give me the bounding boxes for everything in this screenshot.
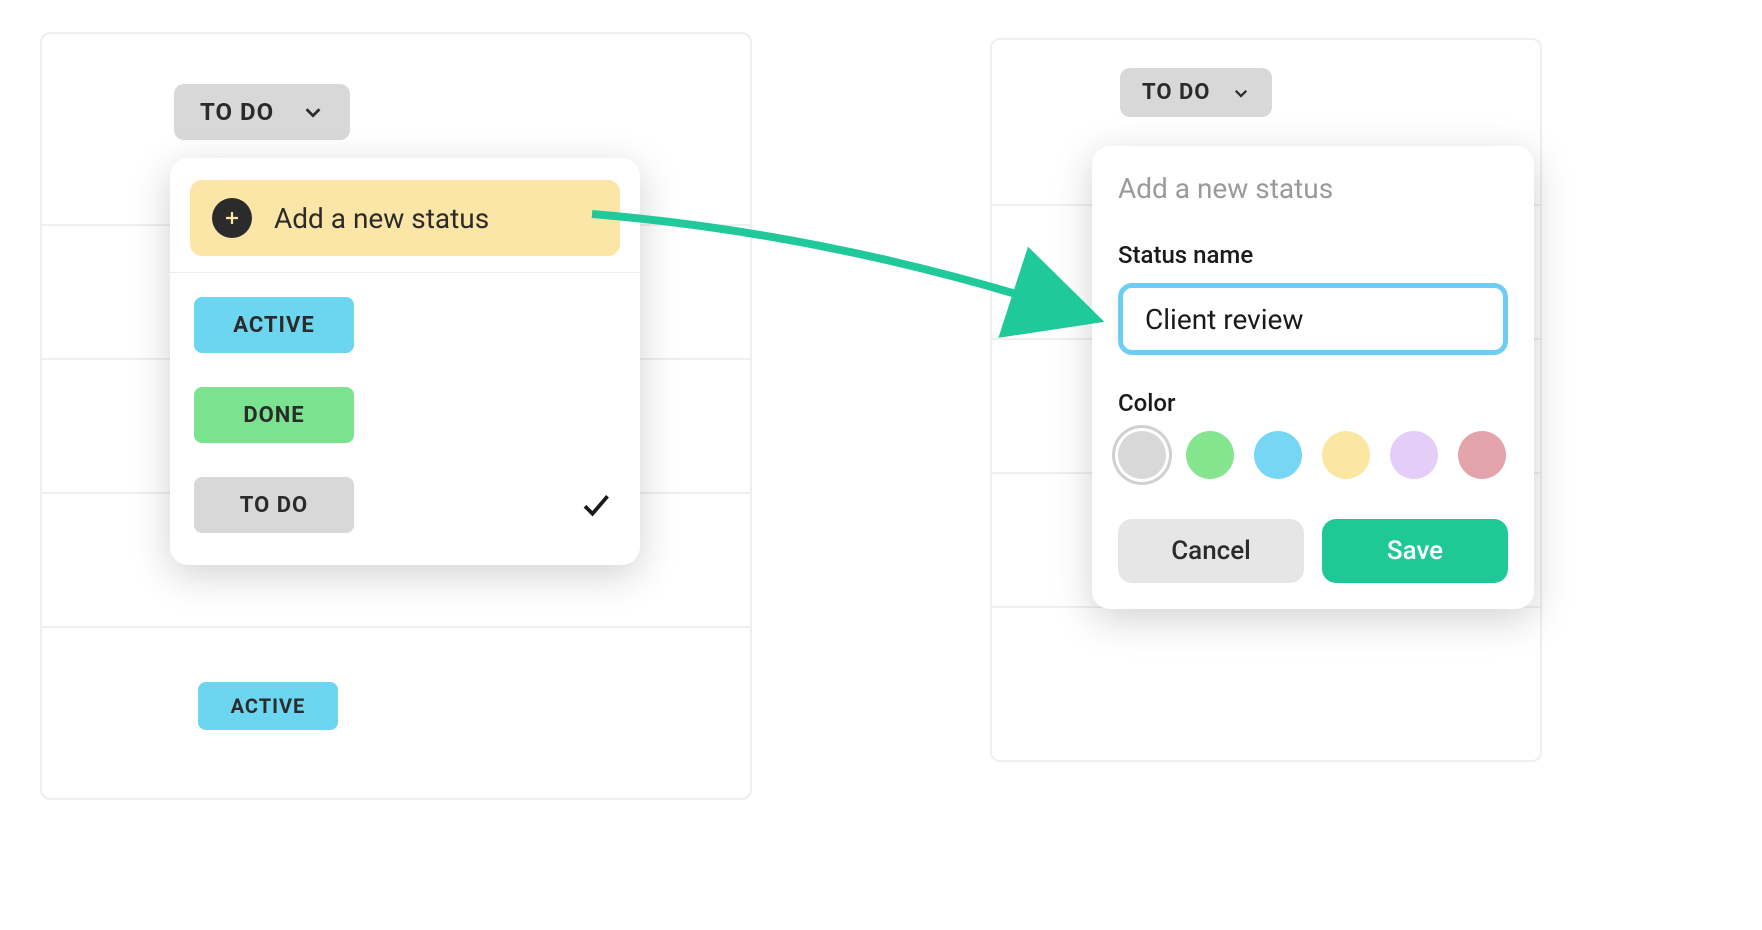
color-swatch[interactable] xyxy=(1458,431,1506,479)
status-name-input[interactable] xyxy=(1118,283,1508,355)
color-swatch[interactable] xyxy=(1254,431,1302,479)
form-actions: Cancel Save xyxy=(1118,519,1508,583)
divider xyxy=(170,272,640,273)
status-option[interactable]: ACTIVE xyxy=(170,297,640,353)
status-name-label: Status name xyxy=(1118,241,1508,269)
chevron-down-icon xyxy=(1232,84,1250,102)
save-button[interactable]: Save xyxy=(1322,519,1508,583)
check-icon xyxy=(580,490,610,520)
add-status-label: Add a new status xyxy=(274,202,489,235)
color-swatch[interactable] xyxy=(1390,431,1438,479)
status-dropdown[interactable]: TO DO xyxy=(174,84,350,140)
color-label: Color xyxy=(1118,389,1508,417)
status-dropdown-menu: Add a new status ACTIVE DONE TO DO xyxy=(170,158,640,565)
status-dropdown-label: TO DO xyxy=(1142,80,1210,105)
status-dropdown-label: TO DO xyxy=(200,98,274,126)
left-panel: TO DO Add a new status ACTIVE DONE TO DO A… xyxy=(40,32,752,800)
table-row xyxy=(42,626,750,760)
right-panel: TO DO Add a new status Status name Color… xyxy=(990,38,1542,762)
status-option[interactable]: TO DO xyxy=(170,477,640,533)
color-picker xyxy=(1118,431,1508,479)
status-badge: ACTIVE xyxy=(194,297,354,353)
status-dropdown[interactable]: TO DO xyxy=(1120,68,1272,117)
table-row xyxy=(992,606,1540,740)
status-badge-sibling[interactable]: ACTIVE xyxy=(198,682,338,730)
status-badge: DONE xyxy=(194,387,354,443)
color-swatch[interactable] xyxy=(1118,431,1166,479)
add-status-button[interactable]: Add a new status xyxy=(190,180,620,256)
status-option[interactable]: DONE xyxy=(170,387,640,443)
plus-icon xyxy=(212,198,252,238)
color-swatch[interactable] xyxy=(1186,431,1234,479)
cancel-button[interactable]: Cancel xyxy=(1118,519,1304,583)
color-swatch[interactable] xyxy=(1322,431,1370,479)
status-badge: TO DO xyxy=(194,477,354,533)
add-status-form: Add a new status Status name Color Cance… xyxy=(1092,146,1534,609)
form-title: Add a new status xyxy=(1118,172,1508,205)
status-badge-label: ACTIVE xyxy=(231,694,306,718)
chevron-down-icon xyxy=(302,101,324,123)
